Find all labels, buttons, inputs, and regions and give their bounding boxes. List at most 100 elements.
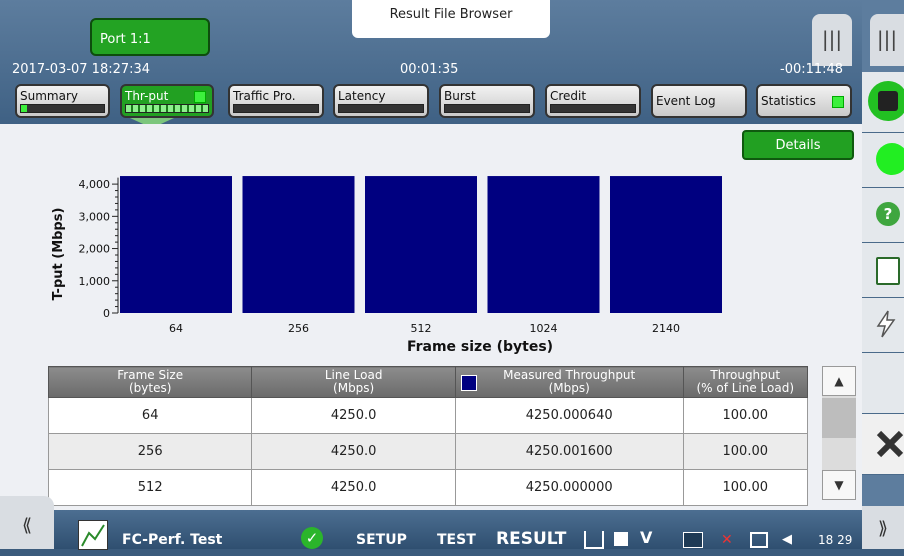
bar-2140: [610, 176, 722, 313]
report-icon: [876, 257, 900, 285]
table-row: 64 4250.0 4250.000640 100.00: [47, 397, 808, 434]
tab-label: Traffic Pro.: [233, 89, 296, 103]
tab-statistics[interactable]: Statistics: [756, 84, 852, 118]
y-tick-label: 4,000: [79, 178, 111, 191]
report-button[interactable]: [862, 243, 904, 298]
y-tick-label: 3,000: [79, 210, 111, 223]
tab-label: Thr-put: [125, 89, 169, 103]
cell-throughput-percent: 100.00: [682, 433, 808, 470]
right-panel-toggle-icon[interactable]: ⟫: [862, 506, 904, 549]
tab-status-bar: [444, 104, 530, 113]
cell-frame-size: 256: [47, 433, 253, 470]
y-axis-label: T-put (Mbps): [51, 208, 66, 301]
terminal-icon: [683, 532, 703, 548]
exit-button[interactable]: [862, 414, 904, 475]
status-led-icon: [832, 96, 844, 108]
test-ok-icon: ✓: [301, 527, 323, 549]
y-tick-label: 0: [103, 307, 110, 320]
plug-icon: [584, 531, 604, 549]
cell-measured-throughput: 4250.000640: [454, 397, 684, 434]
tab-latency[interactable]: Latency: [333, 84, 429, 118]
help-button[interactable]: ?: [862, 188, 904, 243]
remote-icon: [750, 532, 768, 548]
header-line-load: Line Load (Mbps): [251, 366, 456, 398]
scroll-thumb[interactable]: [822, 398, 856, 438]
clock: 18 29: [818, 533, 853, 547]
bar-512: [365, 176, 477, 313]
bar-256: [242, 176, 355, 313]
tab-status-bar: [233, 104, 319, 113]
cell-measured-throughput: 4250.000000: [454, 469, 684, 506]
cell-line-load: 4250.0: [251, 433, 456, 470]
header-measured-throughput: Measured Throughput (Mbps): [454, 366, 684, 398]
nav-test[interactable]: TEST: [437, 532, 476, 548]
status-led-icon: [876, 143, 904, 175]
y-tick-label: 2,000: [79, 243, 111, 256]
tab-status-bar: [550, 104, 636, 113]
cell-frame-size: 64: [47, 397, 253, 434]
tab-summary[interactable]: Summary: [15, 84, 110, 118]
status-led-icon: [194, 91, 206, 103]
table-row: 512 4250.0 4250.000000 100.00: [47, 469, 808, 506]
x-axis-label: Frame size (bytes): [407, 339, 553, 355]
y-tick-label: 1,000: [79, 275, 111, 288]
right-sidebar: ||| ?: [862, 0, 904, 549]
start-stop-button[interactable]: [862, 72, 904, 133]
tab-traffic-pro[interactable]: Traffic Pro.: [228, 84, 324, 118]
network-error-icon: ✕: [721, 532, 733, 548]
tab-label: Latency: [338, 89, 386, 103]
header-line: (bytes): [128, 381, 172, 395]
port-button[interactable]: Port 1:1: [90, 18, 210, 56]
result-file-browser-tab[interactable]: Result File Browser: [352, 0, 550, 38]
x-tick-label: 2140: [652, 322, 680, 335]
remaining-time: -00:11:48: [780, 62, 844, 77]
tab-status-bar: [125, 104, 209, 113]
storage-icon: [614, 532, 628, 546]
table-scrollbar[interactable]: ▲ ▼: [822, 366, 856, 500]
app-name: FC-Perf. Test: [122, 532, 223, 548]
x-tick-label: 512: [411, 322, 432, 335]
app-icon: [78, 520, 108, 550]
bar-64: [120, 176, 232, 313]
cell-frame-size: 512: [47, 469, 253, 506]
tab-burst[interactable]: Burst: [439, 84, 535, 118]
error-inject-button[interactable]: [862, 298, 904, 353]
x-tick-label: 1024: [530, 322, 558, 335]
left-panel-toggle-icon[interactable]: ⟪: [0, 496, 54, 549]
mute-icon: ◀: [782, 532, 792, 547]
tab-label: Credit: [550, 89, 587, 103]
sidebar-menu-icon[interactable]: |||: [870, 14, 904, 66]
scroll-down-icon[interactable]: ▼: [822, 470, 856, 500]
cell-line-load: 4250.0: [251, 397, 456, 434]
nav-setup[interactable]: SETUP: [356, 532, 407, 548]
x-tick-label: 256: [288, 322, 309, 335]
tab-label: Event Log: [656, 94, 716, 108]
tab-event-log[interactable]: Event Log: [651, 84, 747, 118]
cell-throughput-percent: 100.00: [682, 397, 808, 434]
help-icon: ?: [876, 202, 900, 226]
header-frame-size: Frame Size (bytes): [47, 366, 253, 398]
details-button[interactable]: Details: [742, 130, 854, 160]
results-table: Frame Size (bytes) Line Load (Mbps) Meas…: [47, 366, 808, 506]
header-line: (Mbps): [548, 381, 590, 395]
close-icon: [876, 430, 904, 458]
tab-thr-put[interactable]: Thr-put: [120, 84, 214, 118]
menu-handle-icon[interactable]: |||: [812, 14, 852, 66]
cell-measured-throughput: 4250.001600: [454, 433, 684, 470]
legend-swatch: [460, 375, 477, 391]
vnc-icon: V: [640, 528, 653, 547]
tab-label: Summary: [20, 89, 78, 103]
header-throughput-percent: Throughput (% of Line Load): [682, 366, 808, 398]
header-line: (% of Line Load): [696, 381, 795, 395]
scroll-up-icon[interactable]: ▲: [822, 366, 856, 396]
throughput-bar-chart: 0 1,000 2,000 3,000 4,000 64 256 512 1024 2140 F…: [51, 176, 722, 355]
nav-result[interactable]: RESULT: [496, 529, 566, 549]
table-header-row: Frame Size (bytes) Line Load (Mbps) Meas…: [47, 366, 808, 398]
tab-status-bar: [338, 104, 424, 113]
header-line: (Mbps): [333, 381, 375, 395]
tab-credit[interactable]: Credit: [545, 84, 641, 118]
status-indicator: [862, 133, 904, 188]
stop-icon: [868, 81, 904, 121]
sidebar-empty-slot: [862, 353, 904, 414]
cell-throughput-percent: 100.00: [682, 469, 808, 506]
